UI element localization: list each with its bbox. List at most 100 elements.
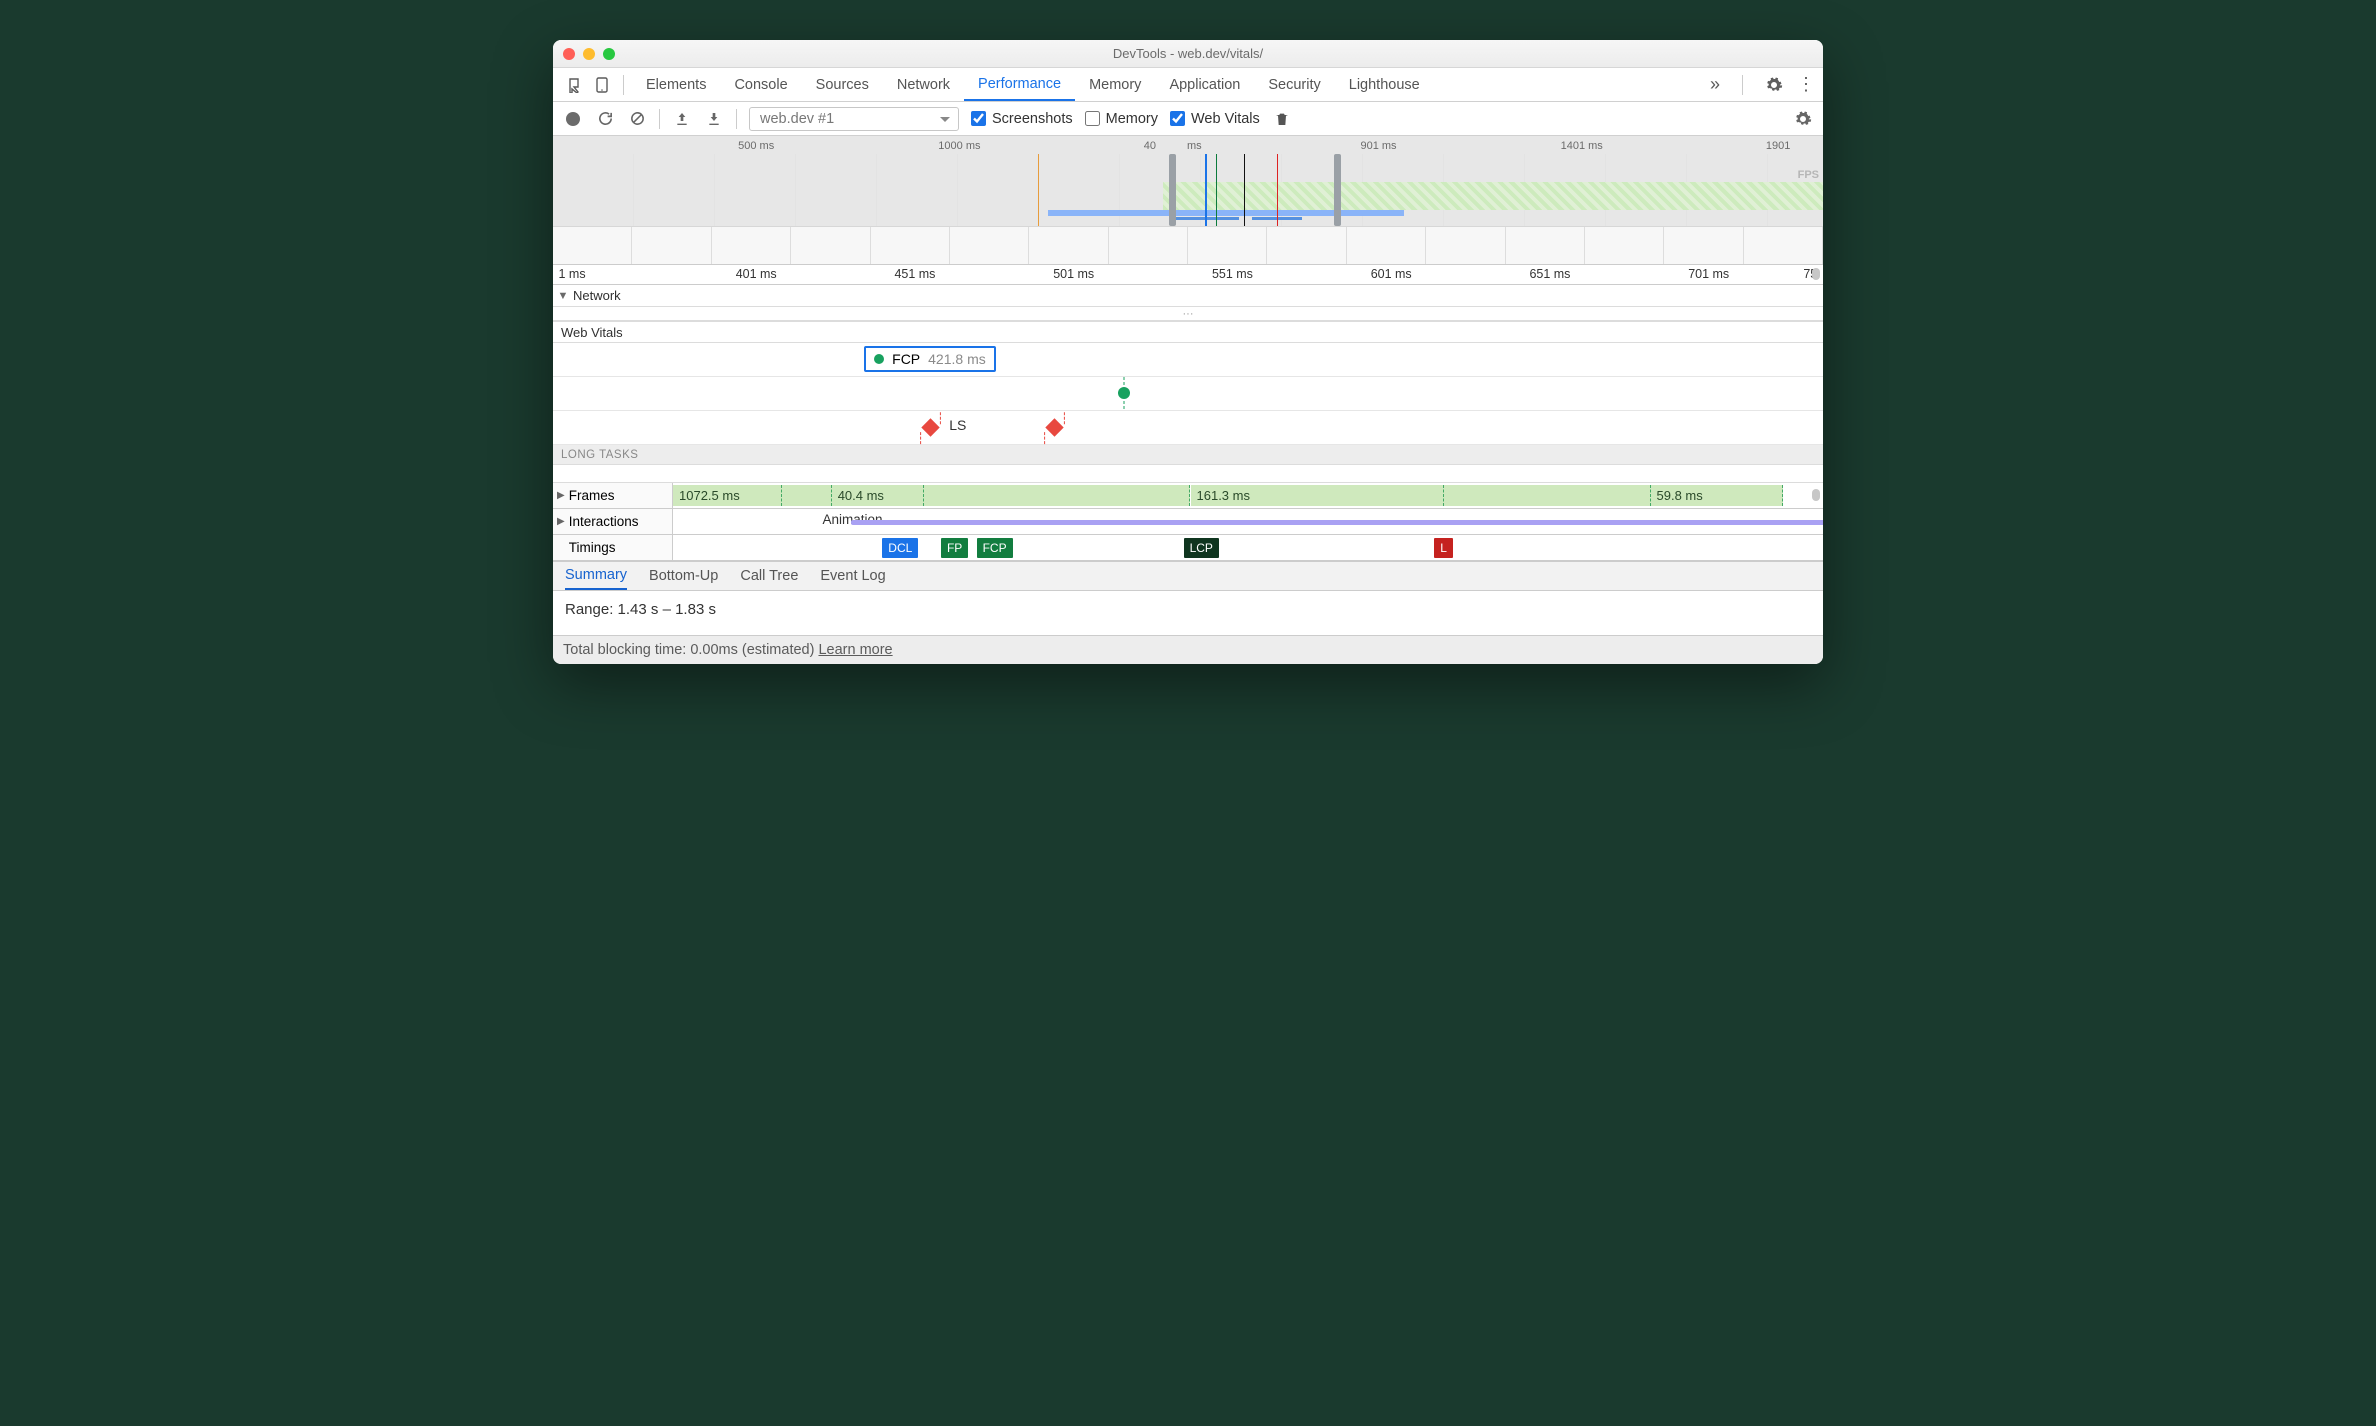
tab-lighthouse[interactable]: Lighthouse bbox=[1335, 68, 1434, 101]
tab-memory[interactable]: Memory bbox=[1075, 68, 1155, 101]
layout-shift-marker[interactable] bbox=[921, 418, 939, 436]
fcp-tooltip[interactable]: FCP 421.8 ms bbox=[864, 346, 996, 372]
summary-pane: Range: 1.43 s – 1.83 s bbox=[553, 591, 1823, 635]
devtools-window: DevTools - web.dev/vitals/ Elements Cons… bbox=[553, 40, 1823, 664]
webvitals-checkbox-input[interactable] bbox=[1170, 111, 1185, 126]
tab-network[interactable]: Network bbox=[883, 68, 964, 101]
memory-checkbox-input[interactable] bbox=[1085, 111, 1100, 126]
more-tabs-icon[interactable]: » bbox=[1710, 74, 1720, 95]
frames-body[interactable]: 1072.5 ms 40.4 ms 161.3 ms 59.8 ms bbox=[673, 483, 1823, 508]
network-collapsed-grip[interactable]: ··· bbox=[553, 307, 1823, 321]
tab-sources[interactable]: Sources bbox=[802, 68, 883, 101]
webvitals-label: Web Vitals bbox=[1191, 111, 1260, 127]
frame-segment[interactable]: 59.8 ms bbox=[1651, 485, 1783, 506]
webvitals-lane-fcp[interactable]: FCP 421.8 ms bbox=[553, 343, 1823, 377]
timings-body[interactable]: DCL FP FCP LCP L bbox=[673, 535, 1823, 560]
timeline-overview[interactable]: 500 ms 1000 ms 40 ms 901 ms 1401 ms 1901… bbox=[553, 136, 1823, 265]
timing-badge-lcp[interactable]: LCP bbox=[1184, 538, 1219, 558]
interactions-track[interactable]: ▶ Interactions Animation bbox=[553, 509, 1823, 535]
performance-toolbar: web.dev #1 Screenshots Memory Web Vitals bbox=[553, 102, 1823, 136]
reload-record-button[interactable] bbox=[595, 109, 615, 129]
frame-segment[interactable]: 161.3 ms bbox=[1191, 485, 1444, 506]
screenshots-checkbox[interactable]: Screenshots bbox=[971, 111, 1073, 127]
tab-console[interactable]: Console bbox=[720, 68, 801, 101]
overview-handle-right[interactable] bbox=[1334, 154, 1341, 226]
minimize-button[interactable] bbox=[583, 48, 595, 60]
long-tasks-header[interactable]: LONG TASKS bbox=[553, 445, 1823, 465]
maximize-button[interactable] bbox=[603, 48, 615, 60]
tab-application[interactable]: Application bbox=[1155, 68, 1254, 101]
ls-label: LS bbox=[949, 417, 966, 433]
frames-scrollbar[interactable] bbox=[1812, 489, 1820, 501]
frame-segment[interactable] bbox=[782, 485, 831, 506]
window-title: DevTools - web.dev/vitals/ bbox=[553, 46, 1823, 61]
capture-settings-gear-icon[interactable] bbox=[1793, 109, 1813, 129]
webvitals-section-label: Web Vitals bbox=[561, 325, 623, 340]
screenshots-label: Screenshots bbox=[992, 111, 1073, 127]
timings-track[interactable]: ▶ Timings DCL FP FCP LCP L bbox=[553, 535, 1823, 561]
tab-elements[interactable]: Elements bbox=[632, 68, 720, 101]
chevron-right-icon: ▶ bbox=[557, 516, 565, 527]
overview-screenshot-strip[interactable] bbox=[553, 226, 1823, 264]
interactions-body[interactable]: Animation bbox=[673, 509, 1823, 534]
layout-shift-marker[interactable] bbox=[1046, 418, 1064, 436]
long-tasks-lane[interactable] bbox=[553, 465, 1823, 483]
frame-segment[interactable] bbox=[924, 485, 1191, 506]
frames-track[interactable]: ▶ Frames 1072.5 ms 40.4 ms 161.3 ms 59.8 ms bbox=[553, 483, 1823, 509]
webvitals-checkbox[interactable]: Web Vitals bbox=[1170, 111, 1260, 127]
trash-icon[interactable] bbox=[1272, 109, 1292, 129]
close-button[interactable] bbox=[563, 48, 575, 60]
frames-header[interactable]: ▶ Frames bbox=[553, 483, 673, 508]
network-section-header[interactable]: ▼ Network bbox=[553, 285, 1823, 307]
titlebar: DevTools - web.dev/vitals/ bbox=[553, 40, 1823, 68]
frame-segment[interactable]: 1072.5 ms bbox=[673, 485, 782, 506]
traffic-lights bbox=[563, 48, 615, 60]
screenshots-checkbox-input[interactable] bbox=[971, 111, 986, 126]
tab-event-log[interactable]: Event Log bbox=[820, 562, 885, 590]
timings-header[interactable]: ▶ Timings bbox=[553, 535, 673, 560]
timing-badge-fcp[interactable]: FCP bbox=[977, 538, 1013, 558]
tab-call-tree[interactable]: Call Tree bbox=[740, 562, 798, 590]
memory-label: Memory bbox=[1106, 111, 1158, 127]
webvitals-lane-lcp[interactable] bbox=[553, 377, 1823, 411]
timing-badge-dcl[interactable]: DCL bbox=[882, 538, 918, 558]
settings-gear-icon[interactable] bbox=[1765, 76, 1783, 94]
range-label: Range: bbox=[565, 601, 613, 618]
interactions-label: Interactions bbox=[569, 514, 639, 529]
ruler-scrollbar[interactable] bbox=[1812, 268, 1820, 280]
overview-body[interactable]: FPS CPU NET bbox=[553, 154, 1823, 226]
fcp-time: 421.8 ms bbox=[928, 351, 986, 367]
kebab-menu-icon[interactable]: ⋮ bbox=[1797, 74, 1813, 95]
interactions-header[interactable]: ▶ Interactions bbox=[553, 509, 673, 534]
profile-selector[interactable]: web.dev #1 bbox=[749, 107, 959, 131]
tab-summary[interactable]: Summary bbox=[565, 562, 627, 590]
timing-badge-l[interactable]: L bbox=[1434, 538, 1453, 558]
save-profile-icon[interactable] bbox=[704, 109, 724, 129]
timing-badge-fp[interactable]: FP bbox=[941, 538, 968, 558]
inspect-icon[interactable] bbox=[563, 77, 589, 93]
fcp-label: FCP bbox=[892, 351, 920, 367]
frame-segment[interactable]: 40.4 ms bbox=[832, 485, 924, 506]
fcp-dot-icon bbox=[874, 354, 884, 364]
overview-ruler: 500 ms 1000 ms 40 ms 901 ms 1401 ms 1901… bbox=[553, 140, 1823, 154]
animation-bar[interactable] bbox=[851, 520, 1823, 525]
details-tabstrip: Summary Bottom-Up Call Tree Event Log bbox=[553, 561, 1823, 591]
device-toggle-icon[interactable] bbox=[589, 77, 615, 93]
webvitals-lane-ls[interactable]: LS bbox=[553, 411, 1823, 445]
clear-button[interactable] bbox=[627, 109, 647, 129]
tab-bottom-up[interactable]: Bottom-Up bbox=[649, 562, 718, 590]
flame-ruler[interactable]: 1 ms 401 ms 451 ms 501 ms 551 ms 601 ms … bbox=[553, 265, 1823, 285]
tab-performance[interactable]: Performance bbox=[964, 68, 1075, 101]
record-button[interactable] bbox=[563, 109, 583, 129]
load-profile-icon[interactable] bbox=[672, 109, 692, 129]
frames-label: Frames bbox=[569, 488, 615, 503]
webvitals-section-header[interactable]: Web Vitals bbox=[553, 321, 1823, 343]
learn-more-link[interactable]: Learn more bbox=[818, 642, 892, 658]
frame-segment[interactable] bbox=[1444, 485, 1651, 506]
total-blocking-time: Total blocking time: 0.00ms (estimated) bbox=[563, 642, 814, 658]
overview-handle-left[interactable] bbox=[1169, 154, 1176, 226]
chevron-down-icon: ▼ bbox=[553, 290, 573, 302]
tab-security[interactable]: Security bbox=[1254, 68, 1334, 101]
memory-checkbox[interactable]: Memory bbox=[1085, 111, 1158, 127]
lcp-marker[interactable] bbox=[1118, 387, 1130, 399]
